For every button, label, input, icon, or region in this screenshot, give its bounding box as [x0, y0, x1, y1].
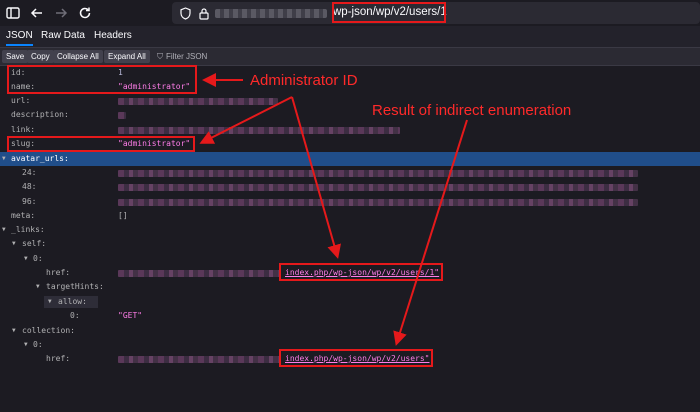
arrow-to-self-href [291, 96, 341, 259]
arrow-to-collection-href [393, 119, 468, 346]
annotation-arrows [199, 73, 468, 346]
arrow-to-slug [199, 96, 293, 144]
